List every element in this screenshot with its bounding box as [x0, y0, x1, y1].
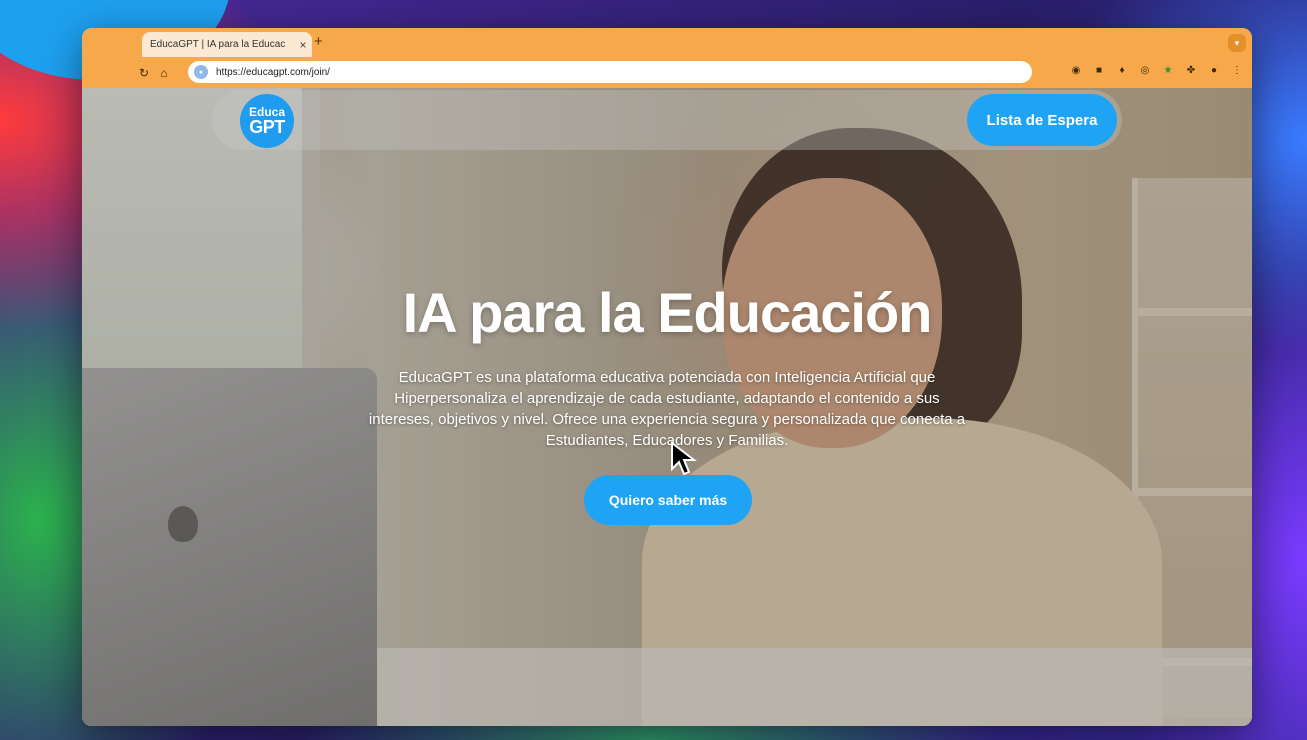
hero-title: IA para la Educación: [402, 281, 933, 344]
extension-green-icon[interactable]: ★: [1161, 64, 1175, 78]
browser-menu-icon[interactable]: ⋮: [1230, 64, 1244, 78]
home-icon[interactable]: ⌂: [154, 66, 174, 80]
new-tab-button[interactable]: +: [314, 33, 323, 50]
hero-description: EducaGPT es una plataforma educativa pot…: [368, 369, 966, 449]
waitlist-button[interactable]: Lista de Espera: [967, 94, 1117, 146]
extensions-area: ◉ ■ ♦ ◎ ★ ✤ ● ⋮: [1069, 64, 1244, 78]
learn-more-button[interactable]: Quiero saber más: [584, 475, 752, 525]
extensions-puzzle-icon[interactable]: ✤: [1184, 64, 1198, 78]
mouse-cursor-icon: [671, 441, 697, 476]
browser-tab[interactable]: EducaGPT | IA para la Educac ×: [142, 32, 312, 57]
tab-search-icon[interactable]: ▾: [1228, 34, 1246, 52]
tab-title: EducaGPT | IA para la Educac: [150, 39, 286, 50]
educagpt-logo[interactable]: Educa GPT: [240, 94, 294, 148]
extension-dark-icon[interactable]: ■: [1092, 64, 1106, 78]
tab-bar: EducaGPT | IA para la Educac × + ▾: [82, 28, 1252, 57]
microphone-icon[interactable]: ♦: [1115, 64, 1129, 78]
page-viewport: Educa GPT Lista de Espera IA para la Edu…: [82, 88, 1252, 726]
site-info-icon[interactable]: ●: [194, 65, 208, 79]
address-bar[interactable]: ● https://educagpt.com/join/: [188, 61, 1032, 83]
browser-window: EducaGPT | IA para la Educac × + ▾ ↻ ⌂ ●…: [82, 28, 1252, 726]
reload-icon[interactable]: ↻: [134, 66, 154, 80]
browser-toolbar: ↻ ⌂ ● https://educagpt.com/join/ ◉ ■ ♦ ◎…: [82, 57, 1252, 88]
address-url: https://educagpt.com/join/: [216, 66, 330, 78]
profile-avatar-icon[interactable]: ●: [1207, 64, 1221, 78]
logo-text-gpt: GPT: [249, 117, 285, 137]
extension-circle-icon[interactable]: ◎: [1138, 64, 1152, 78]
camera-icon[interactable]: ◉: [1069, 64, 1083, 78]
tab-close-icon[interactable]: ×: [294, 38, 312, 52]
